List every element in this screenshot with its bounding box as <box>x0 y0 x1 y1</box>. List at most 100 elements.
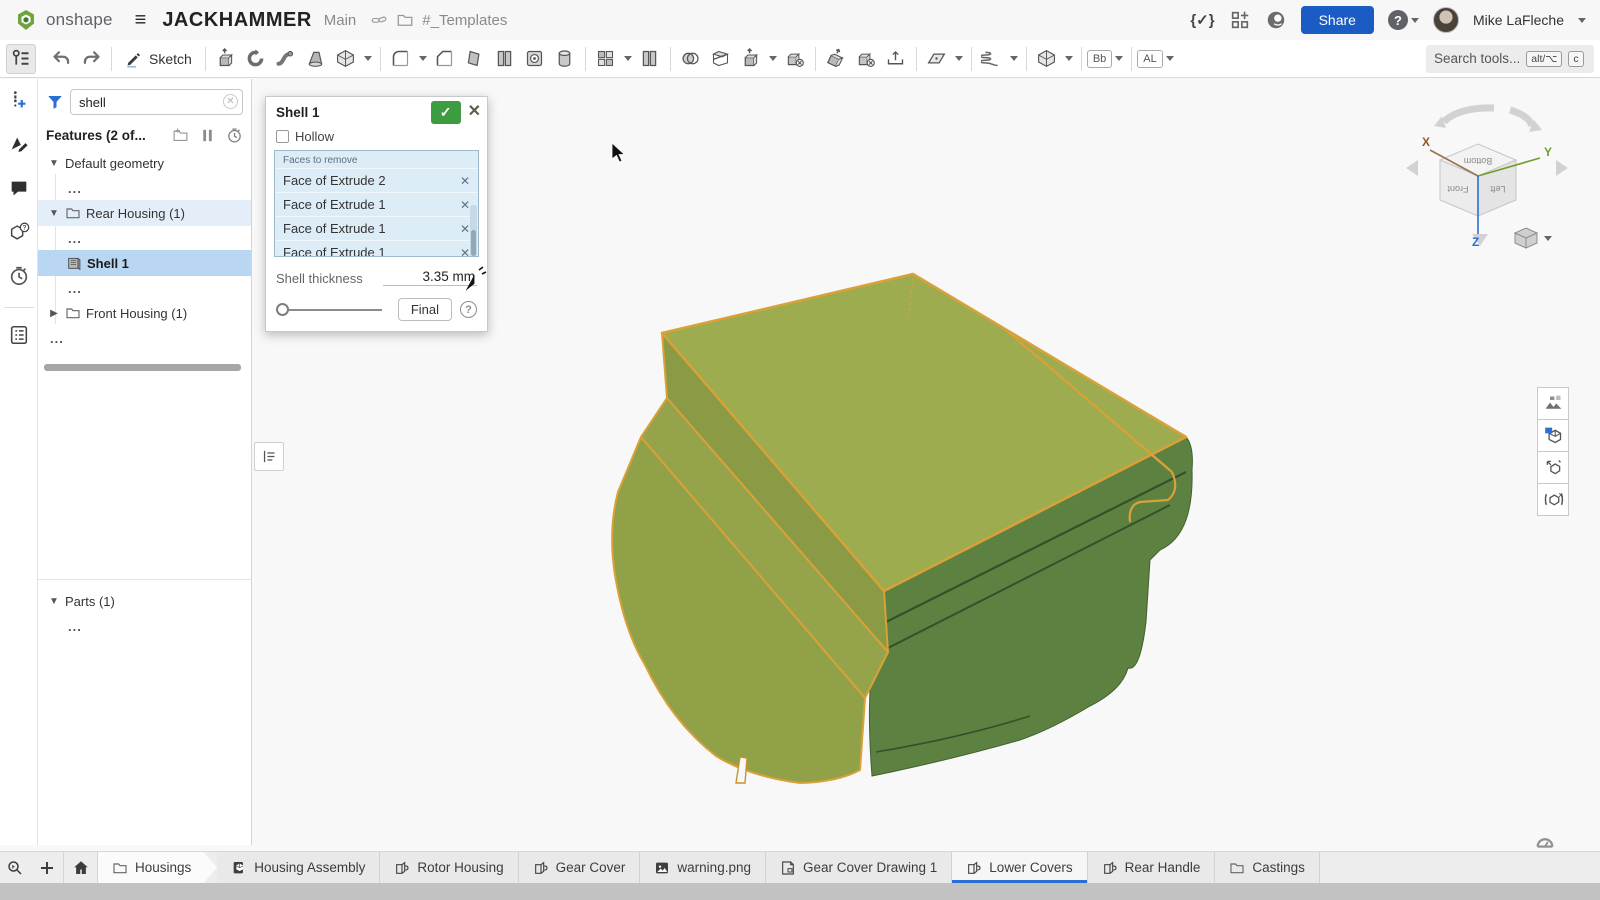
new-folder-icon[interactable] <box>172 127 189 144</box>
tree-row-default-geometry[interactable]: ▼ Default geometry <box>38 150 251 176</box>
section-view-button[interactable] <box>1537 419 1569 452</box>
bom-table-button[interactable] <box>4 320 34 350</box>
workspace-label[interactable]: Main <box>324 12 357 29</box>
plane-button[interactable] <box>922 44 952 74</box>
tab-gear-cover[interactable]: Gear Cover <box>519 852 641 883</box>
versions-icon[interactable]: {✓} <box>1190 11 1214 29</box>
pan-left-arrow-icon[interactable] <box>1406 160 1418 176</box>
split-button[interactable] <box>706 44 736 74</box>
tree-row-rear-housing[interactable]: ▼ Rear Housing (1) <box>38 200 251 226</box>
face-list-item[interactable]: Face of Extrude 2✕ <box>275 168 478 192</box>
clear-filter-icon[interactable]: ✕ <box>223 94 238 109</box>
boolean-button[interactable] <box>676 44 706 74</box>
feature-list-toggle-button[interactable] <box>6 44 36 74</box>
chevron-down-icon[interactable]: ▼ <box>48 596 60 607</box>
tab-rear-handle[interactable]: Rear Handle <box>1088 852 1216 883</box>
transform-dropdown-chevron-icon[interactable] <box>766 44 780 74</box>
avatar[interactable] <box>1433 7 1459 33</box>
main-menu-icon[interactable]: ≡ <box>135 10 147 30</box>
thicken-dropdown-chevron-icon[interactable] <box>361 44 375 74</box>
filter-funnel-icon[interactable] <box>46 93 64 111</box>
remove-face-icon[interactable]: ✕ <box>460 198 470 212</box>
search-tools-input[interactable]: Search tools... alt/⌥ c <box>1426 45 1594 73</box>
help-icon[interactable]: ? <box>1388 10 1408 30</box>
thicken-button[interactable] <box>331 44 361 74</box>
faces-list-scrollbar[interactable] <box>470 205 477 257</box>
share-button[interactable]: Share <box>1301 6 1374 34</box>
fillet-button[interactable] <box>386 44 416 74</box>
commit-checkmark-button[interactable]: ✓ <box>431 101 461 124</box>
tree-row-shell-1[interactable]: Shell 1 <box>38 250 251 276</box>
hole-button[interactable] <box>520 44 550 74</box>
face-list-item[interactable]: Face of Extrude 1✕ <box>275 216 478 240</box>
tab-gear-cover-drawing-1[interactable]: Gear Cover Drawing 1 <box>766 852 952 883</box>
apps-grid-icon[interactable] <box>1229 9 1251 31</box>
pattern-dropdown-chevron-icon[interactable] <box>621 44 635 74</box>
al-tool-button[interactable]: AL <box>1137 50 1162 68</box>
new-tab-button[interactable] <box>30 852 64 883</box>
remove-face-icon[interactable]: ✕ <box>460 246 470 258</box>
chevron-down-icon[interactable]: ▼ <box>48 208 60 219</box>
slider-knob[interactable] <box>276 303 289 316</box>
remove-face-icon[interactable]: ✕ <box>460 174 470 188</box>
sweep-button[interactable] <box>271 44 301 74</box>
tab-warning-png[interactable]: warning.png <box>640 852 766 883</box>
chevron-down-icon[interactable]: ▼ <box>48 158 60 169</box>
parts-row-ellipsis[interactable]: ... <box>38 614 251 638</box>
face-list-item[interactable]: Face of Extrude 1✕ <box>275 192 478 216</box>
tree-row-front-housing[interactable]: ▶ Front Housing (1) <box>38 300 251 326</box>
bb-dropdown-chevron-icon[interactable] <box>1112 44 1126 74</box>
mirror-button[interactable] <box>635 44 665 74</box>
home-tab-button[interactable] <box>64 852 98 883</box>
onshape-logo-icon[interactable] <box>14 8 38 32</box>
linear-pattern-button[interactable] <box>591 44 621 74</box>
rotate-cw-arrow-icon[interactable] <box>1510 110 1532 126</box>
pause-icon[interactable] <box>199 127 216 144</box>
dialog-help-icon[interactable]: ? <box>460 301 477 318</box>
tree-row-filtered-ellipsis[interactable]: ... <box>38 276 251 300</box>
face-list-item[interactable]: Face of Extrude 1✕ <box>275 240 478 257</box>
feature-list-flyout-handle[interactable] <box>254 442 284 471</box>
fillet-dropdown-chevron-icon[interactable] <box>416 44 430 74</box>
al-dropdown-chevron-icon[interactable] <box>1163 44 1177 74</box>
views-dropdown-chevron-icon[interactable] <box>1062 44 1076 74</box>
extrude-button[interactable] <box>211 44 241 74</box>
boss-button[interactable] <box>550 44 580 74</box>
tab-castings-folder[interactable]: Castings <box>1215 852 1320 883</box>
feature-filter-input[interactable] <box>70 89 243 115</box>
close-dialog-button[interactable]: ✕ <box>468 104 481 120</box>
rollback-clock-icon[interactable] <box>226 127 243 144</box>
parts-header-row[interactable]: ▼ Parts (1) <box>38 588 251 614</box>
helix-dropdown-chevron-icon[interactable] <box>1007 44 1021 74</box>
exploded-view-button[interactable] <box>1537 451 1569 484</box>
rotate-ccw-arrow-icon[interactable] <box>1444 108 1494 122</box>
tree-row-filtered-ellipsis[interactable]: ... <box>38 226 251 250</box>
hollow-checkbox[interactable] <box>276 130 289 143</box>
chamfer-button[interactable] <box>430 44 460 74</box>
bb-tool-button[interactable]: Bb <box>1087 50 1112 68</box>
replace-face-button[interactable] <box>851 44 881 74</box>
helix-button[interactable] <box>977 44 1007 74</box>
tab-lower-covers[interactable]: Lower Covers <box>952 852 1087 883</box>
offset-surface-button[interactable] <box>881 44 911 74</box>
view-options-button[interactable] <box>1515 228 1552 248</box>
performance-button[interactable] <box>4 261 34 291</box>
revolve-button[interactable] <box>241 44 271 74</box>
loft-button[interactable] <box>301 44 331 74</box>
tree-row-filtered-ellipsis[interactable]: ... <box>38 326 251 350</box>
rib-button[interactable] <box>490 44 520 74</box>
move-face-button[interactable] <box>821 44 851 74</box>
faces-to-remove-list[interactable]: Faces to remove Face of Extrude 2✕ Face … <box>274 150 479 257</box>
plane-dropdown-chevron-icon[interactable] <box>952 44 966 74</box>
pan-right-arrow-icon[interactable] <box>1556 160 1568 176</box>
draft-button[interactable] <box>460 44 490 74</box>
named-views-button[interactable] <box>1032 44 1062 74</box>
thickness-slider[interactable] <box>276 303 390 317</box>
final-button[interactable]: Final <box>398 298 452 321</box>
comments-button[interactable] <box>4 173 34 203</box>
tree-row-filtered-ellipsis[interactable]: ... <box>38 176 251 200</box>
model-info-button[interactable] <box>4 217 34 247</box>
user-menu-chevron-icon[interactable] <box>1578 18 1586 23</box>
edit-appearance-button[interactable] <box>4 129 34 159</box>
learning-center-icon[interactable] <box>1265 9 1287 31</box>
